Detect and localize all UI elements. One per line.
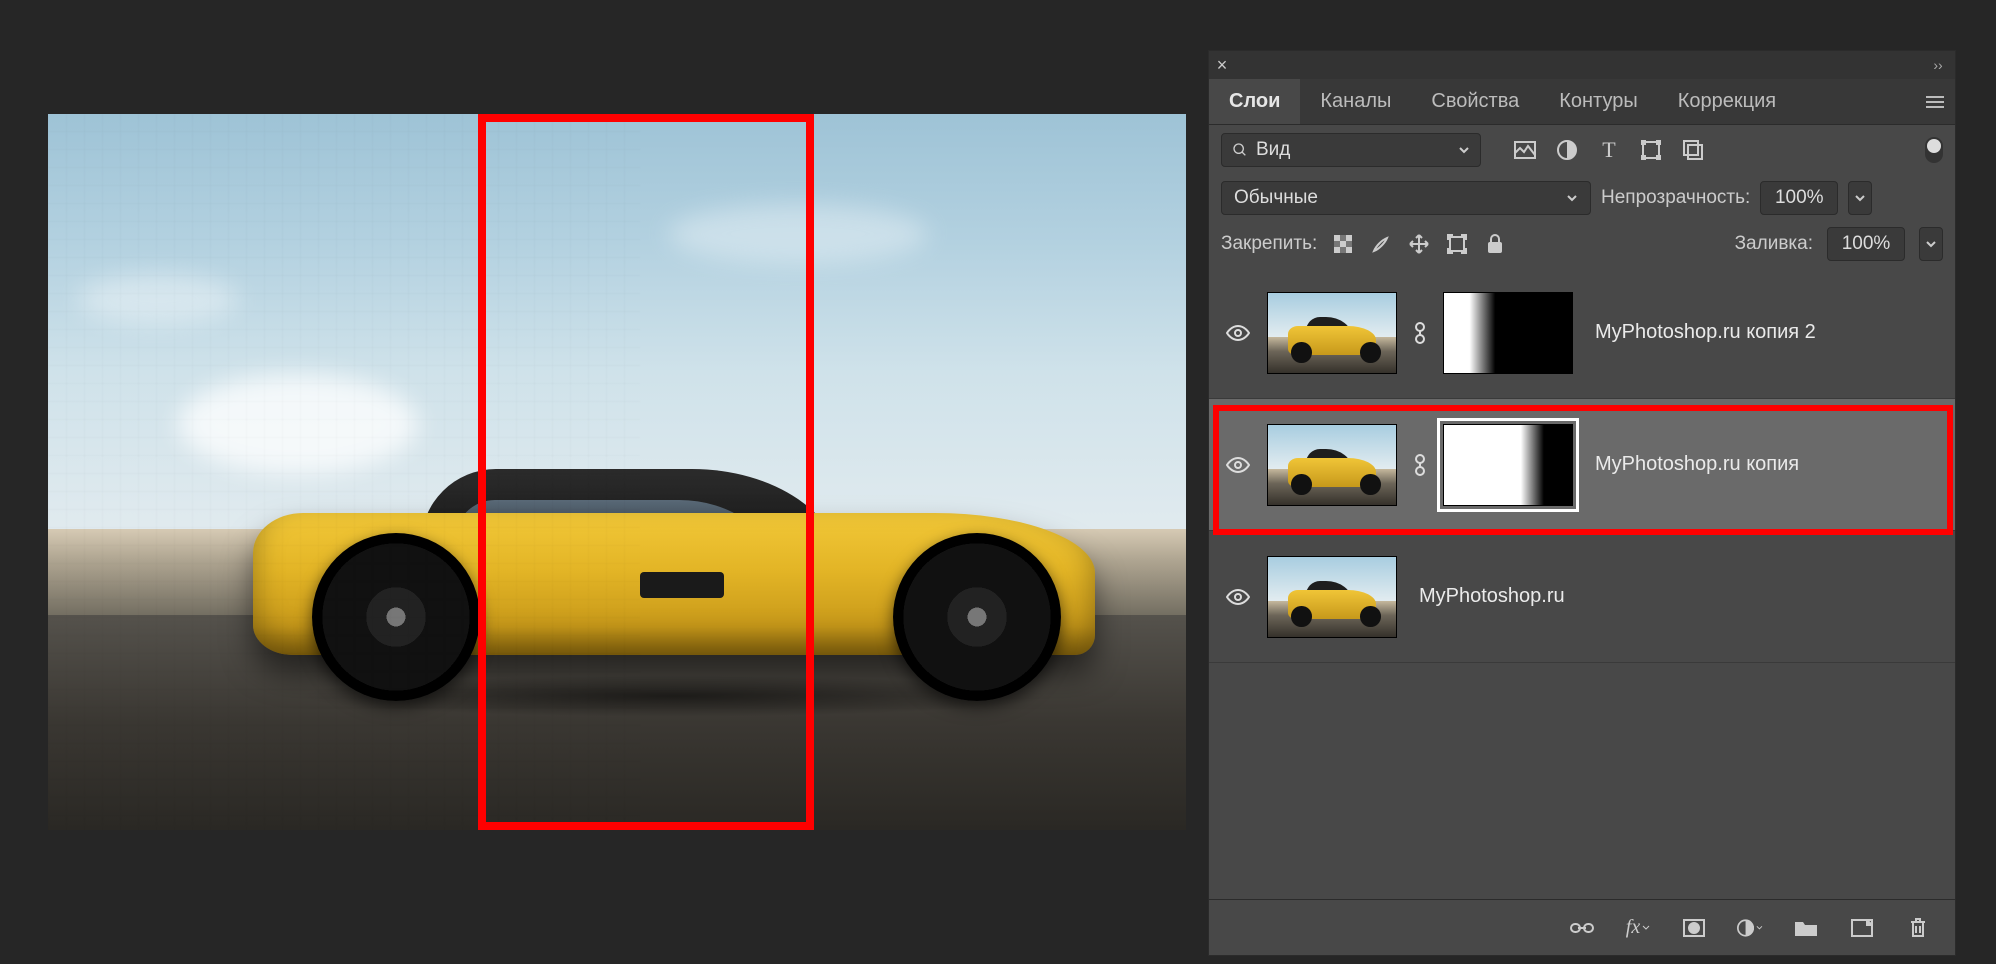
tab-properties[interactable]: Свойства <box>1411 79 1539 124</box>
layer-thumbnail[interactable] <box>1267 292 1397 374</box>
panel-tabs: Слои Каналы Свойства Контуры Коррекция <box>1209 79 1955 125</box>
link-layers-icon[interactable] <box>1569 915 1595 941</box>
layer-mask-thumbnail[interactable] <box>1443 424 1573 506</box>
visibility-toggle[interactable] <box>1223 450 1253 480</box>
layer-name-label[interactable]: MyPhotoshop.ru <box>1419 585 1565 608</box>
fill-chevron[interactable] <box>1919 227 1943 261</box>
lock-artboard-icon[interactable] <box>1445 232 1469 256</box>
close-icon[interactable]: × <box>1209 55 1235 76</box>
blend-mode-label: Обычные <box>1234 187 1318 209</box>
layer-mask-thumbnail[interactable] <box>1443 292 1573 374</box>
new-adjustment-icon[interactable] <box>1737 915 1763 941</box>
blend-opacity-row: Обычные Непрозрачность: 100% <box>1209 175 1955 221</box>
new-layer-icon[interactable] <box>1849 915 1875 941</box>
mask-link-icon[interactable] <box>1411 322 1429 344</box>
annotation-rectangle-canvas <box>478 114 814 830</box>
tab-channels[interactable]: Каналы <box>1300 79 1411 124</box>
filter-shape-icon[interactable] <box>1639 138 1663 162</box>
layer-thumbnail[interactable] <box>1267 556 1397 638</box>
mask-link-icon[interactable] <box>1411 454 1429 476</box>
lock-fill-row: Закрепить: Заливка: 100% <box>1209 221 1955 267</box>
opacity-value[interactable]: 100% <box>1760 181 1838 215</box>
lock-brush-icon[interactable] <box>1369 232 1393 256</box>
delete-layer-icon[interactable] <box>1905 915 1931 941</box>
lock-transparency-icon[interactable] <box>1331 232 1355 256</box>
visibility-toggle[interactable] <box>1223 318 1253 348</box>
layers-list: MyPhotoshop.ru копия 2 MyPhotoshop.ru ко… <box>1209 267 1955 899</box>
lock-all-icon[interactable] <box>1483 232 1507 256</box>
opacity-chevron[interactable] <box>1848 181 1872 215</box>
layer-name-label[interactable]: MyPhotoshop.ru копия <box>1595 453 1799 476</box>
filter-kind-label: Вид <box>1256 139 1290 161</box>
lock-label: Закрепить: <box>1221 233 1317 255</box>
fill-label: Заливка: <box>1735 233 1813 255</box>
filter-kind-select[interactable]: Вид <box>1221 133 1481 167</box>
opacity-label: Непрозрачность: <box>1601 187 1750 209</box>
fill-value[interactable]: 100% <box>1827 227 1905 261</box>
tab-layers[interactable]: Слои <box>1209 79 1300 124</box>
filter-type-icon[interactable]: T <box>1597 138 1621 162</box>
filter-pixel-icon[interactable] <box>1513 138 1537 162</box>
tab-adjustments[interactable]: Коррекция <box>1658 79 1796 124</box>
layer-row[interactable]: MyPhotoshop.ru <box>1209 531 1955 663</box>
layer-effects-icon[interactable]: fx <box>1625 915 1651 941</box>
layers-bottom-bar: fx <box>1209 899 1955 955</box>
filter-smartobject-icon[interactable] <box>1681 138 1705 162</box>
blend-mode-select[interactable]: Обычные <box>1221 181 1591 215</box>
canvas[interactable] <box>48 114 1186 830</box>
add-mask-icon[interactable] <box>1681 915 1707 941</box>
lock-position-icon[interactable] <box>1407 232 1431 256</box>
tab-paths[interactable]: Контуры <box>1539 79 1657 124</box>
layer-filter-row: Вид T <box>1209 125 1955 175</box>
layer-name-label[interactable]: MyPhotoshop.ru копия 2 <box>1595 321 1816 344</box>
new-group-icon[interactable] <box>1793 915 1819 941</box>
filter-toggle[interactable] <box>1925 137 1943 163</box>
visibility-toggle[interactable] <box>1223 582 1253 612</box>
layers-panel: × ›› Слои Каналы Свойства Контуры Коррек… <box>1208 50 1956 956</box>
panel-menu-icon[interactable] <box>1915 79 1955 124</box>
layer-row[interactable]: MyPhotoshop.ru копия <box>1209 399 1955 531</box>
panel-titlebar: × ›› <box>1209 51 1955 79</box>
layer-thumbnail[interactable] <box>1267 424 1397 506</box>
filter-adjustment-icon[interactable] <box>1555 138 1579 162</box>
collapse-icon[interactable]: ›› <box>1921 57 1955 73</box>
layer-row[interactable]: MyPhotoshop.ru копия 2 <box>1209 267 1955 399</box>
